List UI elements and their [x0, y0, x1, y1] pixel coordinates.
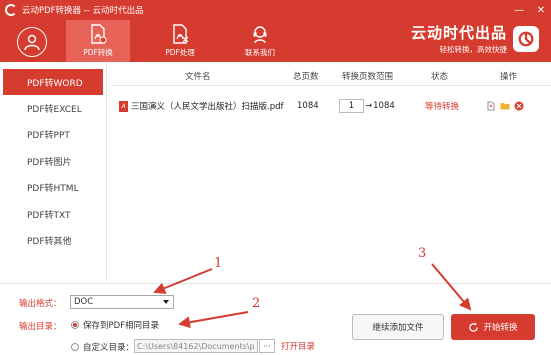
radio-same-dir[interactable]: 保存到PDF相同目录: [71, 319, 159, 331]
range-cell: 1 → 1084: [339, 95, 395, 117]
range-to-input[interactable]: 1084: [373, 101, 395, 111]
tab-label: PDF转换: [83, 48, 113, 57]
radio-custom-dir-label: 自定义目录：: [83, 343, 135, 353]
annotation-arrow-2: [178, 311, 249, 329]
folder-icon[interactable]: [500, 101, 510, 111]
brand-name: 云动时代出品: [410, 24, 507, 42]
output-format-select[interactable]: DOC: [70, 295, 174, 309]
user-icon: [24, 34, 40, 51]
brand-slogan: 轻松转换，高效快捷: [439, 45, 508, 54]
divider: [0, 283, 551, 284]
annotation-number-2: 2: [252, 296, 261, 311]
annotation-number-1: 1: [214, 256, 223, 271]
tab-pdf-convert[interactable]: PDF转换: [66, 20, 130, 62]
pdf-file-icon: A: [119, 100, 128, 112]
browse-button[interactable]: ···: [259, 339, 275, 353]
open-folder-link[interactable]: 打开目录: [281, 340, 315, 352]
column-pages: 总页数: [293, 71, 319, 82]
sidebar-item-word[interactable]: PDF转WORD: [3, 69, 103, 95]
refresh-icon: [469, 321, 479, 332]
chevron-down-icon: [163, 300, 169, 304]
custom-dir-input[interactable]: C:\Users\84162\Documents\p: [134, 339, 258, 353]
action-cell: [486, 95, 524, 117]
tab-label: 联系我们: [245, 48, 275, 57]
sidebar: PDF转WORD PDF转EXCEL PDF转PPT PDF转图片 PDF转HT…: [0, 62, 107, 282]
table-row[interactable]: A 三国演义（人民文学出版社）扫描版.pdf 1084 1 → 1084 等待转…: [113, 95, 551, 117]
sidebar-item-txt[interactable]: PDF转TXT: [0, 201, 106, 228]
pdf-convert-icon: [91, 24, 107, 44]
filename-text: 三国演义（人民文学出版社）扫描版.pdf: [131, 102, 284, 112]
start-convert-label: 开始转换: [483, 323, 518, 333]
annotation-arrow-1: [153, 268, 213, 294]
pdf-process-icon: [173, 24, 189, 44]
brand: 云动时代出品 轻松转换，高效快捷: [411, 22, 539, 55]
filename-cell: A 三国演义（人民文学出版社）扫描版.pdf: [119, 95, 284, 117]
column-action: 操作: [500, 71, 518, 82]
window-title: 云动PDF转换器 -- 云动时代出品: [22, 6, 144, 16]
sidebar-item-image[interactable]: PDF转图片: [0, 148, 106, 175]
file-table-header: 文件名 总页数 转换页数范围 状态 操作: [113, 66, 551, 86]
title-bar: 云动PDF转换器 -- 云动时代出品 — ✕: [0, 0, 551, 20]
output-format-label: 输出格式：: [19, 299, 62, 309]
radio-checked-icon: [71, 321, 79, 329]
pages-cell: 1084: [297, 101, 319, 111]
app-logo-icon: [5, 4, 17, 16]
close-button[interactable]: ✕: [535, 5, 547, 16]
radio-unchecked-icon: [71, 343, 79, 351]
header-bar: PDF转换 PDF处理 联系我们 云动时代出品 轻松转换，高效快捷: [0, 20, 551, 62]
start-convert-button[interactable]: 开始转换: [451, 314, 535, 340]
sidebar-item-html[interactable]: PDF转HTML: [0, 175, 106, 202]
sidebar-item-excel[interactable]: PDF转EXCEL: [0, 95, 106, 122]
output-dir-label: 输出目录：: [19, 322, 62, 332]
delete-icon[interactable]: [514, 101, 524, 111]
status-badge: 等待转换: [425, 102, 460, 112]
tab-label: PDF处理: [165, 48, 195, 57]
radio-same-dir-label: 保存到PDF相同目录: [83, 321, 160, 331]
tab-pdf-process[interactable]: PDF处理: [148, 20, 212, 62]
column-range: 转换页数范围: [342, 71, 394, 82]
sidebar-item-other[interactable]: PDF转其他: [0, 228, 106, 255]
tab-contact-us[interactable]: 联系我们: [228, 20, 292, 62]
column-filename: 文件名: [185, 71, 211, 82]
minimize-button[interactable]: —: [513, 5, 525, 16]
range-from-input[interactable]: 1: [339, 99, 364, 113]
sidebar-item-ppt[interactable]: PDF转PPT: [0, 122, 106, 149]
brand-logo-icon: [513, 25, 539, 52]
radio-custom-dir[interactable]: 自定义目录：: [71, 341, 134, 353]
column-status: 状态: [431, 71, 449, 82]
file-icon[interactable]: [486, 101, 496, 111]
add-files-button[interactable]: 继续添加文件: [352, 314, 444, 340]
user-avatar[interactable]: [17, 27, 47, 57]
annotation-number-3: 3: [418, 246, 427, 261]
arrow-right-icon: →: [365, 101, 373, 111]
support-headset-icon: [253, 26, 267, 44]
output-format-value: DOC: [74, 297, 94, 307]
window-controls: — ✕: [513, 0, 547, 20]
annotation-arrow-3: [431, 263, 472, 311]
